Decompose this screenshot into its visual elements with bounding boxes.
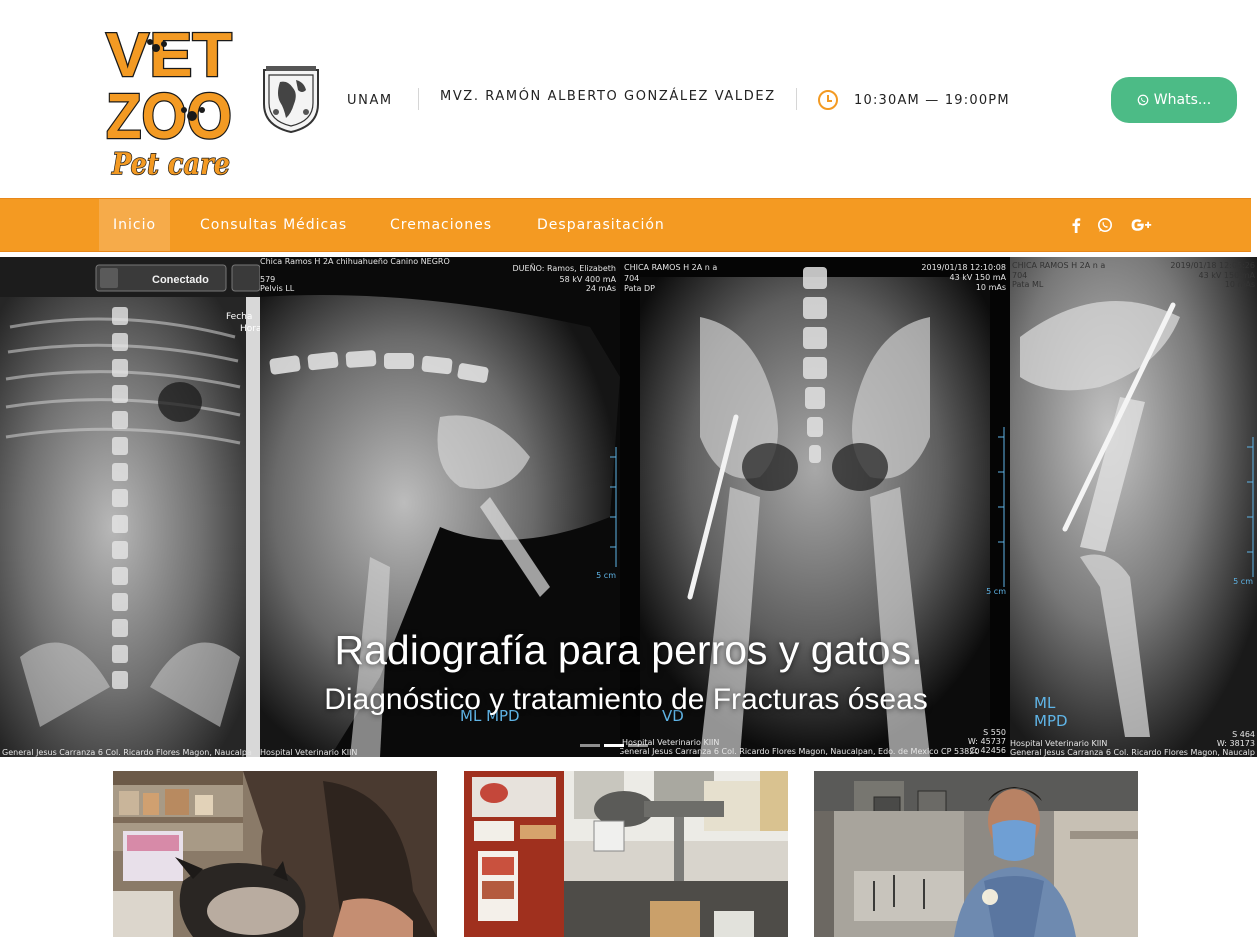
hours-text: 10:30AM — 19:00PM — [854, 92, 1010, 108]
xray-1-hora: Hora — [240, 324, 260, 334]
header-divider — [796, 88, 797, 110]
whatsapp-button-label: Whats... — [1153, 92, 1212, 108]
monitor-status: Conectado — [152, 274, 209, 286]
xray-3-region: Pata DP — [624, 284, 655, 293]
xray-4-s: S 464 — [1232, 730, 1255, 739]
xray-3-w: W: 45737 — [967, 737, 1006, 746]
xray-image-femur-lateral: CHICA RAMOS H 2A n a 704 Pata ML 2019/01… — [1010, 257, 1257, 757]
slider-pagination — [580, 744, 648, 747]
xray-4-mas: 10 mAs — [1224, 280, 1255, 289]
card-dog-patient[interactable] — [113, 771, 437, 937]
google-plus-link[interactable] — [1130, 199, 1154, 251]
unam-seal-icon — [263, 66, 319, 134]
facebook-link[interactable] — [1071, 199, 1081, 251]
veterinarian-photo — [814, 771, 1138, 937]
xray-4-date: 2019/01/18 12:05:26 — [1170, 261, 1255, 270]
xray-3-header: CHICA RAMOS H 2A n a — [624, 263, 718, 272]
institution-label: UNAM — [347, 92, 393, 108]
xray-3-kv: 43 kV 150 mA — [949, 273, 1006, 282]
opening-hours: 10:30AM — 19:00PM — [818, 86, 1010, 114]
nav-item-inicio[interactable]: Inicio — [99, 199, 171, 251]
xray-2-footer: Hospital Veterinario KIIN — [260, 748, 358, 757]
slider-dot[interactable] — [580, 744, 600, 747]
site-header: VET ZOO Pet care UNAM MVZ. RAMÓN ALBERTO… — [0, 0, 1257, 198]
logo-tagline: Pet care — [111, 147, 230, 182]
logo-line-2: ZOO — [106, 80, 232, 152]
xray-2-mas: 24 mAs — [585, 284, 616, 293]
xray-4-id: 704 — [1012, 271, 1028, 280]
xray-4-region: Pata ML — [1012, 280, 1044, 289]
xray-image-pelvis-vd: CHICA RAMOS H 2A n a 704 Pata DP 2019/01… — [620, 257, 1010, 757]
xray-3-date: 2019/01/18 12:10:08 — [921, 263, 1006, 272]
whatsapp-link[interactable] — [1097, 199, 1113, 251]
whatsapp-icon — [1098, 218, 1112, 232]
xray-4-header: CHICA RAMOS H 2A n a — [1012, 261, 1106, 270]
dog-patient-photo — [113, 771, 437, 937]
whatsapp-icon — [1137, 94, 1149, 106]
xray-2-scale: 5 cm — [596, 571, 616, 580]
xray-2-kv: 58 kV 400 mA — [559, 275, 616, 284]
xray-4-footer: General Jesus Carranza 6 Col. Ricardo Fl… — [1010, 748, 1255, 757]
xray-4-scale: 5 cm — [1233, 577, 1253, 586]
xray-2-region: Pelvis LL — [260, 284, 295, 293]
xray-image-abdomen: Conectado Fecha Hora General Jesus Carra… — [0, 257, 260, 757]
hero-subtitle: Diagnóstico y tratamiento de Fracturas ó… — [324, 683, 928, 716]
xray-2-header: Chica Ramos H 2A chihuahueño Canino NEGR… — [260, 257, 450, 266]
nav-item-consultas-medicas[interactable]: Consultas Médicas — [200, 199, 347, 251]
facebook-icon — [1072, 218, 1081, 233]
xray-3-id: 704 — [624, 274, 640, 283]
xray-4-kv: 43 kV 150 mA — [1198, 271, 1255, 280]
xray-equipment-photo — [464, 771, 788, 937]
header-divider — [418, 88, 419, 110]
xray-3-s: S 550 — [983, 728, 1006, 737]
hero-title: Radiografía para perros y gatos. — [334, 627, 923, 673]
xray-4-hospital: Hospital Veterinario KIIN — [1010, 739, 1108, 748]
xray-3-footer: General Jesus Carranza 6 Col. Ricardo Fl… — [620, 747, 980, 756]
doctor-name: MVZ. RAMÓN ALBERTO GONZÁLEZ VALDEZ — [440, 88, 776, 104]
whatsapp-button[interactable]: Whats... — [1111, 77, 1237, 123]
xray-image-pelvis-lateral: Chica Ramos H 2A chihuahueño Canino NEGR… — [260, 257, 620, 757]
nav-item-desparasitacion[interactable]: Desparasitación — [537, 199, 665, 251]
google-plus-icon — [1131, 219, 1152, 231]
slider-dot-active[interactable] — [604, 744, 624, 747]
xray-2-owner: DUEÑO: Ramos, Elizabeth — [512, 264, 616, 273]
card-veterinarian[interactable] — [814, 771, 1138, 937]
xray-2-id: 579 — [260, 275, 276, 284]
nav-item-cremaciones[interactable]: Cremaciones — [390, 199, 492, 251]
main-nav: Inicio Consultas Médicas Cremaciones Des… — [0, 198, 1251, 252]
xray-1-footer: General Jesus Carranza 6 Col. Ricardo Fl… — [2, 748, 252, 757]
xray-4-w: W: 38173 — [1216, 739, 1255, 748]
xray-1-fecha: Fecha — [226, 312, 252, 322]
slider-dot[interactable] — [628, 744, 648, 747]
vet-zoo-logo[interactable]: VET ZOO Pet care — [104, 18, 234, 183]
xray-3-scale: 5 cm — [986, 587, 1006, 596]
xray-3-mas: 10 mAs — [975, 283, 1006, 292]
clock-icon — [818, 90, 838, 110]
hero-slider[interactable]: Conectado Fecha Hora General Jesus Carra… — [0, 257, 1257, 757]
card-xray-equipment[interactable] — [464, 771, 788, 937]
